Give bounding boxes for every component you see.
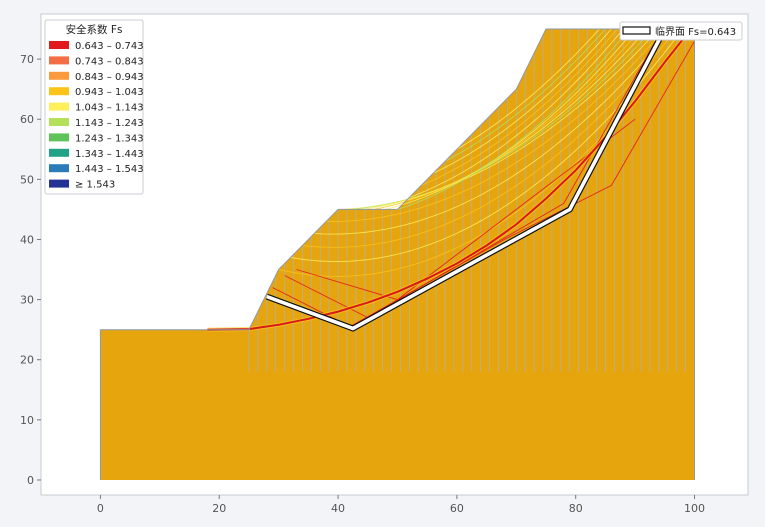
legend-title: 安全系数 Fs: [66, 23, 123, 36]
legend-swatch: [49, 148, 69, 157]
legend-swatch: [49, 87, 69, 96]
y-tick-label: 30: [20, 294, 34, 307]
legend-swatch: [49, 56, 69, 65]
legend-label: 1.043 – 1.143: [75, 103, 144, 114]
legend-label: 0.743 – 0.843: [75, 56, 144, 67]
legend-label: 0.643 – 0.743: [75, 41, 144, 52]
legend-label: 1.143 – 1.243: [75, 118, 144, 129]
x-tick-label: 60: [450, 502, 464, 515]
legend-label: 0.843 – 0.943: [75, 72, 144, 83]
legend-swatch: [49, 179, 69, 188]
legend-swatch: [49, 164, 69, 173]
critical-legend-swatch: [622, 26, 651, 35]
x-tick-label: 80: [569, 502, 583, 515]
legend-swatch: [49, 133, 69, 142]
x-tick-label: 0: [97, 502, 104, 515]
legend-swatch: [49, 71, 69, 80]
figure: 0 20 40 60 80 100 0 10 20 30 40 50 60 70 安全系数 Fs 0.6…: [0, 0, 765, 527]
y-tick-label: 20: [20, 354, 34, 367]
y-tick-label: 60: [20, 113, 34, 126]
legend-label: 1.443 – 1.543: [75, 164, 144, 175]
x-axis-ticks: 0 20 40 60 80 100: [97, 495, 705, 515]
y-tick-label: 40: [20, 233, 34, 246]
legend-swatch: [49, 41, 69, 49]
fs-legend: 安全系数 Fs 0.643 – 0.743 0.743 – 0.843 0.843 …: [44, 19, 144, 195]
x-tick-label: 40: [331, 502, 345, 515]
x-tick-label: 100: [684, 502, 705, 515]
y-tick-label: 10: [20, 414, 34, 427]
legend-swatch: [49, 102, 69, 111]
legend-label: 0.943 – 1.043: [75, 87, 144, 98]
y-tick-label: 50: [20, 173, 34, 186]
legend-label: 1.343 – 1.443: [75, 149, 144, 160]
legend-label: 1.243 – 1.343: [75, 133, 144, 144]
y-axis-ticks: 0 10 20 30 40 50 60 70: [20, 53, 41, 487]
critical-legend: 临界面 Fs=0.643: [619, 21, 743, 41]
y-tick-label: 0: [27, 474, 34, 487]
slope-stability-chart: 0 20 40 60 80 100 0 10 20 30 40 50 60 70 安全系数 Fs 0.6…: [20, 13, 749, 515]
critical-legend-label: 临界面 Fs=0.643: [655, 25, 736, 38]
legend-swatch: [49, 118, 69, 126]
y-tick-label: 70: [20, 53, 34, 66]
legend-label: ≥ 1.543: [75, 180, 115, 191]
x-tick-label: 20: [212, 502, 226, 515]
